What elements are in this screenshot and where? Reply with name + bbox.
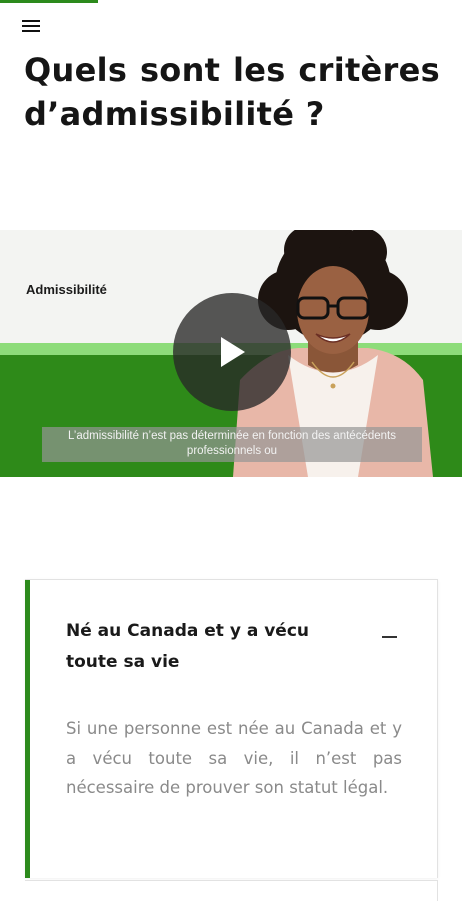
- accordion-body-text: Si une personne est née au Canada et y a…: [66, 719, 402, 797]
- accordion-heading[interactable]: Né au Canada et y a vécu toute sa vie: [66, 616, 341, 678]
- page-title: Quels sont les critères d’admissibilité …: [24, 51, 440, 133]
- accordion-accent-bar: [25, 580, 30, 878]
- minus-collapse-icon[interactable]: [382, 632, 400, 642]
- play-button[interactable]: [173, 293, 291, 411]
- video-title-label: Admissibilité: [26, 282, 107, 297]
- video-player[interactable]: Admissibilité L’admissibilité n’est pas …: [0, 230, 462, 477]
- top-progress-accent: [0, 0, 98, 3]
- hamburger-menu-icon[interactable]: [22, 18, 42, 34]
- play-icon: [221, 337, 245, 367]
- video-caption: L’admissibilité n’est pas déterminée en …: [42, 427, 422, 462]
- accordion-item: Né au Canada et y a vécu toute sa vie Si…: [25, 579, 438, 878]
- next-accordion-item[interactable]: [25, 880, 438, 901]
